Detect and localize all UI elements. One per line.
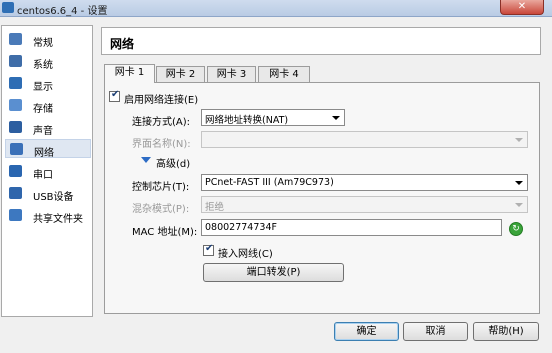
adapter-type-value: PCnet-FAST III (Am79C973) <box>205 177 334 188</box>
chevron-down-icon <box>332 116 340 120</box>
display-icon <box>9 77 22 89</box>
chevron-down-icon <box>515 203 523 207</box>
sidebar-item-serial-ports[interactable]: 串口 <box>5 162 91 181</box>
tab-adapter-4[interactable]: 网卡 4 <box>258 66 310 82</box>
ok-button[interactable]: 确定 <box>334 322 399 341</box>
sidebar-item-label: 网络 <box>34 148 54 159</box>
window-close-button[interactable]: ✕ <box>500 0 544 15</box>
usb-icon <box>9 187 22 199</box>
chevron-down-icon <box>515 181 523 185</box>
sidebar-item-label: 系统 <box>33 60 53 71</box>
sidebar-item-label: 串口 <box>33 170 53 181</box>
cable-connected-checkbox[interactable]: ✔ <box>203 243 214 256</box>
attached-to-label: 连接方式(A): <box>132 117 191 128</box>
sidebar-item-label: 显示 <box>33 82 53 93</box>
mac-address-field[interactable]: 08002774734F <box>201 219 502 236</box>
checkmark-icon: ✔ <box>111 89 120 100</box>
promiscuous-mode-label: 混杂模式(P): <box>132 204 190 215</box>
interface-name-select[interactable] <box>201 131 528 148</box>
sidebar-item-network[interactable]: 网络 <box>5 139 91 159</box>
general-icon <box>9 33 22 45</box>
enable-adapter-label: 启用网络连接(E) <box>124 95 199 106</box>
attached-to-value: 网络地址转换(NAT) <box>205 115 289 126</box>
adapter-type-select[interactable]: PCnet-FAST III (Am79C973) <box>201 174 528 191</box>
expand-triangle-icon[interactable] <box>141 157 151 163</box>
attached-to-select[interactable]: 网络地址转换(NAT) <box>201 109 345 126</box>
promiscuous-mode-select[interactable]: 拒绝 <box>201 196 528 213</box>
interface-name-label: 界面名称(N): <box>132 139 191 150</box>
enable-adapter-checkbox[interactable]: ✔ <box>109 89 120 102</box>
sidebar-item-audio[interactable]: 声音 <box>5 118 91 137</box>
sidebar-item-label: 声音 <box>33 126 53 137</box>
sidebar-item-label: USB设备 <box>33 192 74 203</box>
sidebar-item-usb[interactable]: USB设备 <box>5 184 91 203</box>
refresh-mac-icon[interactable]: ↻ <box>509 222 523 236</box>
tab-adapter-2[interactable]: 网卡 2 <box>156 66 205 82</box>
tab-adapter-1[interactable]: 网卡 1 <box>104 64 155 83</box>
title-bar: centos6.6_4 - 设置 ✕ <box>0 0 552 17</box>
checkmark-icon: ✔ <box>205 243 214 254</box>
virtualbox-icon <box>2 2 14 13</box>
audio-icon <box>9 121 22 133</box>
sidebar-item-system[interactable]: 系统 <box>5 52 91 71</box>
promiscuous-mode-value: 拒绝 <box>205 202 225 213</box>
mac-address-value: 08002774734F <box>205 222 277 233</box>
sidebar-item-label: 共享文件夹 <box>33 214 83 225</box>
window-title: centos6.6_4 - 设置 <box>17 6 108 17</box>
section-header: 网络 <box>101 27 541 55</box>
sidebar-item-label: 存储 <box>33 104 53 115</box>
storage-icon <box>9 99 22 111</box>
port-forwarding-button[interactable]: 端口转发(P) <box>203 263 344 282</box>
network-icon <box>10 143 23 155</box>
mac-address-label: MAC 地址(M): <box>132 227 198 238</box>
sidebar-item-general[interactable]: 常规 <box>5 30 91 49</box>
sidebar-item-storage[interactable]: 存储 <box>5 96 91 115</box>
sidebar-item-display[interactable]: 显示 <box>5 74 91 93</box>
sidebar-item-label: 常规 <box>33 38 53 49</box>
sidebar-item-shared-folders[interactable]: 共享文件夹 <box>5 206 91 225</box>
adapter-type-label: 控制芯片(T): <box>132 182 190 193</box>
cancel-button[interactable]: 取消 <box>403 322 468 341</box>
chevron-down-icon <box>515 138 523 142</box>
help-button[interactable]: 帮助(H) <box>473 322 539 341</box>
system-icon <box>9 55 22 67</box>
section-title: 网络 <box>110 37 135 51</box>
serial-port-icon <box>9 165 22 177</box>
tab-adapter-3[interactable]: 网卡 3 <box>207 66 256 82</box>
settings-sidebar: 常规 系统 显示 存储 声音 网络 串口 USB设备 共享文件夹 <box>1 25 93 317</box>
advanced-toggle[interactable]: 高级(d) <box>156 155 190 170</box>
shared-folder-icon <box>9 209 22 221</box>
cable-connected-label: 接入网线(C) <box>218 249 273 260</box>
